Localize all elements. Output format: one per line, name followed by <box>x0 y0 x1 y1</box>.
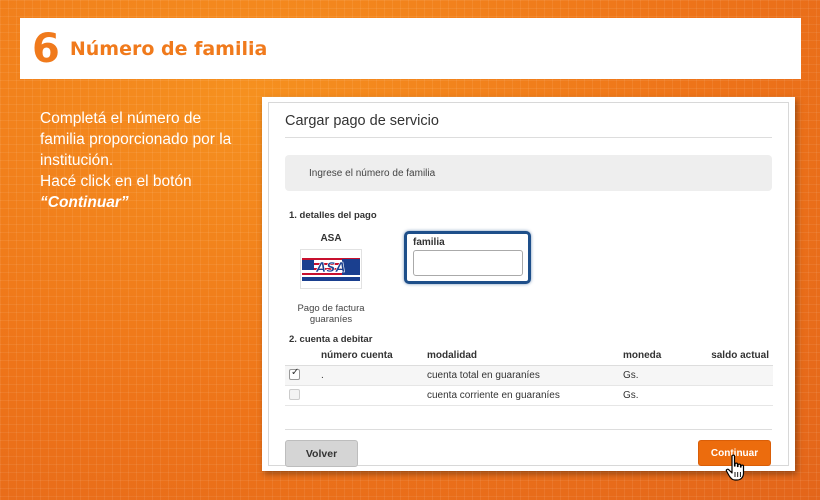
biller-logo-text: ASA <box>315 261 346 276</box>
title-divider <box>285 137 772 138</box>
info-message-text: Ingrese el número de familia <box>309 167 436 179</box>
currency-cell: Gs. <box>619 365 699 386</box>
row-select-cell <box>285 385 317 406</box>
table-row[interactable]: . cuenta total en guaraníes Gs. <box>285 365 773 386</box>
account-number-cell: . <box>317 365 423 386</box>
balance-cell <box>699 385 773 406</box>
back-button[interactable]: Volver <box>285 440 358 467</box>
step-number: 6 <box>32 25 60 72</box>
step-title: Número de familia <box>69 37 268 60</box>
step-header: 6 Número de familia <box>20 18 801 79</box>
instruction-line-1: Completá el número de familia proporcion… <box>40 110 232 169</box>
row-select-cell <box>285 365 317 386</box>
biller-caption: Pago de factura guaraníes <box>297 303 365 325</box>
table-header-row: número cuenta modalidad moneda saldo act… <box>285 347 773 366</box>
account-checkbox[interactable] <box>289 389 300 401</box>
currency-cell: Gs. <box>619 385 699 406</box>
payment-panel: Cargar pago de servicio Ingrese el númer… <box>268 102 789 467</box>
panel-title: Cargar pago de servicio <box>285 113 439 129</box>
instruction-line-3: “Continuar” <box>40 194 129 211</box>
table-row[interactable]: cuenta corriente en guaraníes Gs. <box>285 385 773 406</box>
footer-divider <box>285 429 772 430</box>
balance-cell <box>699 365 773 386</box>
instruction-line-2: Hacé click en el botón <box>40 173 192 190</box>
account-checkbox-checked[interactable] <box>289 367 300 381</box>
asa-flag-logo: ASA <box>302 255 360 283</box>
header-select <box>285 347 317 366</box>
familia-input[interactable] <box>413 250 523 276</box>
biller-card: ASA ASA Pago de factura guaraníes <box>291 233 371 325</box>
section-debit-account: 2. cuenta a debitar <box>289 334 373 345</box>
familia-label: familia <box>413 237 445 248</box>
instructions-text: Completá el número de familia proporcion… <box>40 108 250 213</box>
familia-field-group: familia <box>404 231 531 284</box>
header-currency: moneda <box>619 347 699 366</box>
accounts-table: número cuenta modalidad moneda saldo act… <box>285 347 773 406</box>
header-account-number: número cuenta <box>317 347 423 366</box>
modality-cell: cuenta total en guaraníes <box>423 365 619 386</box>
header-modality: modalidad <box>423 347 619 366</box>
header-balance: saldo actual <box>699 347 773 366</box>
modality-cell: cuenta corriente en guaraníes <box>423 385 619 406</box>
account-number-cell <box>317 385 423 406</box>
biller-name: ASA <box>320 233 342 244</box>
info-message: Ingrese el número de familia <box>285 155 772 191</box>
hand-pointer-icon <box>725 454 745 481</box>
section-payment-details: 1. detalles del pago <box>289 210 377 221</box>
biller-logo: ASA <box>300 249 362 289</box>
